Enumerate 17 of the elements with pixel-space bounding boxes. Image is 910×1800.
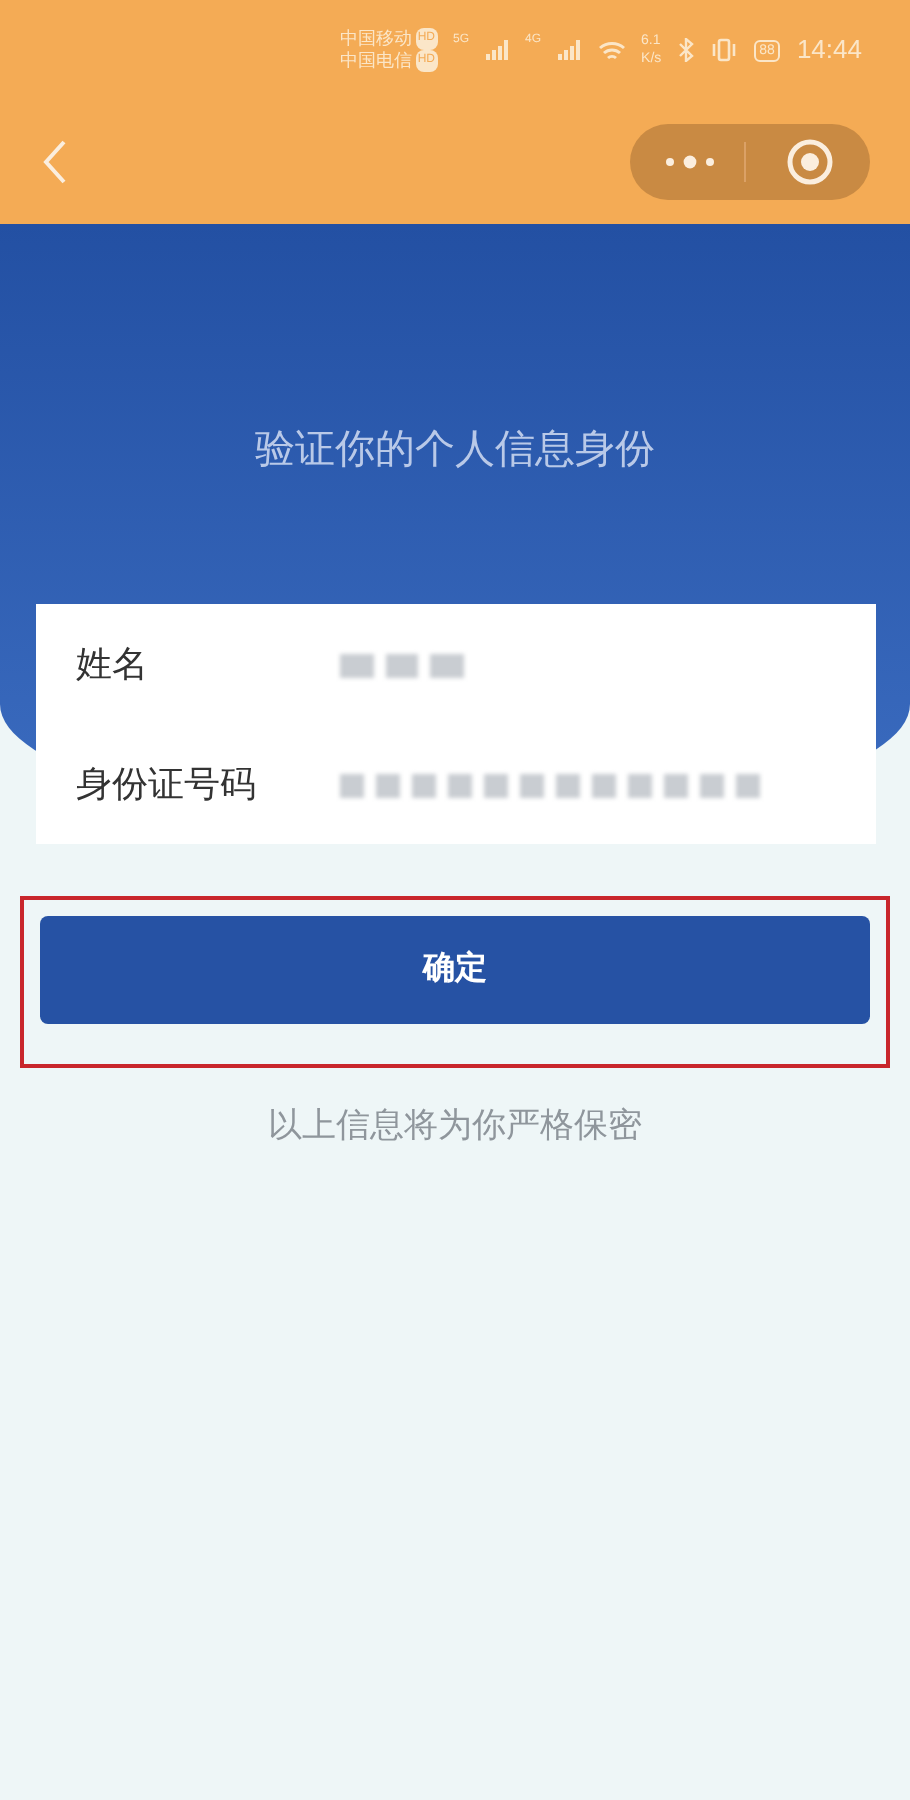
signal-icon (485, 40, 510, 60)
wifi-icon (597, 39, 626, 61)
carrier-name: 中国电信 (339, 50, 412, 72)
redacted-value[interactable] (340, 650, 464, 678)
page-title: 验证你的个人信息身份 (255, 426, 655, 472)
privacy-notice: 以上信息将为你严格保密 (266, 1104, 644, 1148)
field-label: 身份证号码 (76, 761, 258, 807)
field-label: 姓名 (76, 641, 150, 687)
signal-icon (557, 40, 582, 60)
redacted-value[interactable] (340, 770, 760, 798)
bluetooth-icon (677, 38, 694, 62)
vibrate-icon (709, 38, 738, 62)
back-icon[interactable] (40, 138, 68, 186)
carrier-name: 中国移动 (339, 28, 412, 50)
clock: 14:44 (796, 32, 862, 69)
more-icon[interactable] (664, 154, 716, 170)
confirm-button[interactable]: 确定 (40, 916, 870, 1024)
